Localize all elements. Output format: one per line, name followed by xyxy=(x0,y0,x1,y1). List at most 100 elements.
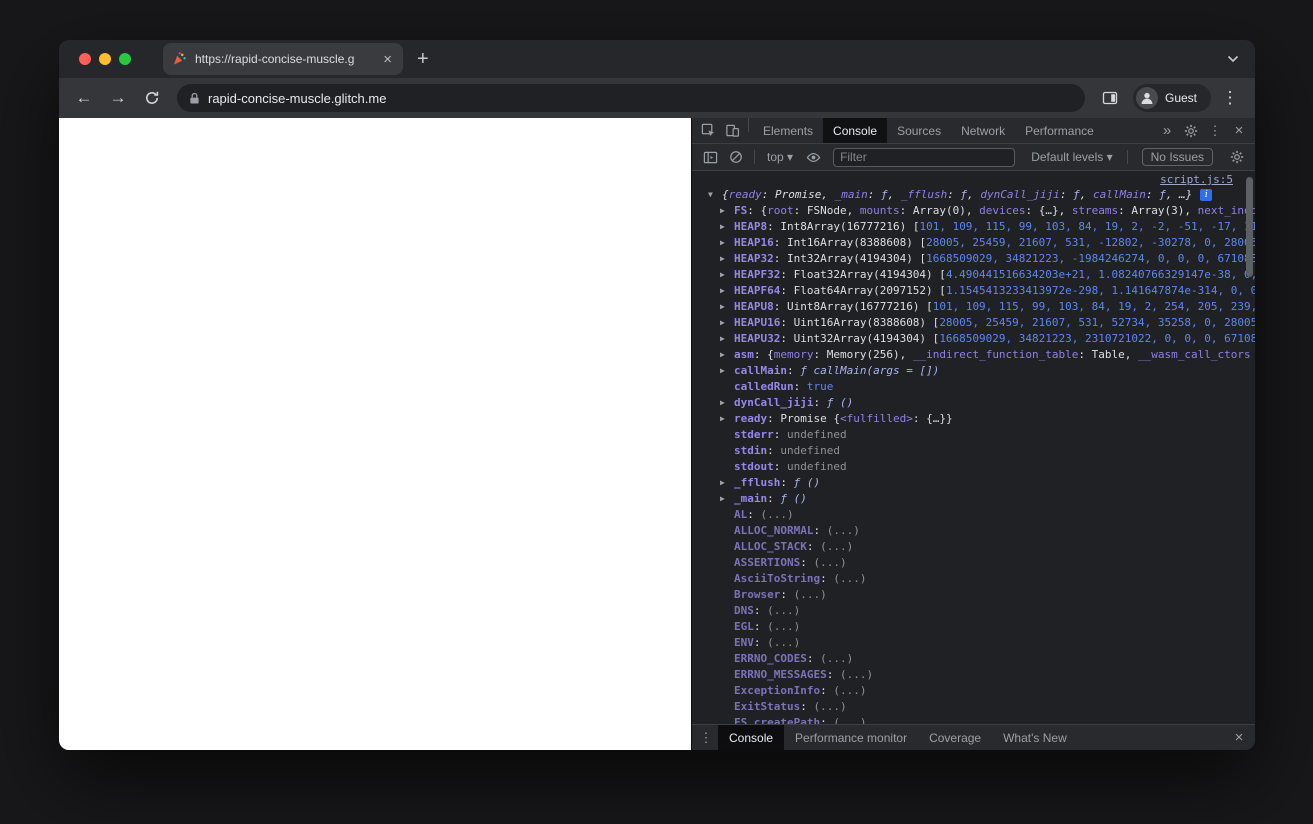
console-line[interactable]: ▶ HEAPF64: Float64Array(2097152) [1.15454… xyxy=(704,283,1255,299)
inspect-element-icon[interactable] xyxy=(696,118,720,143)
console-line: calledRun: true xyxy=(734,380,834,393)
console-line[interactable]: ▶ FS: {root: FSNode, mounts: Array(0), de… xyxy=(704,203,1255,219)
expand-caret-icon[interactable]: ▶ xyxy=(720,299,734,315)
dropdown-arrow-icon: ▾ xyxy=(1106,150,1113,164)
console-settings-gear-icon[interactable] xyxy=(1225,144,1249,170)
tab-strip: https://rapid-concise-muscle.g × + xyxy=(59,40,1255,78)
devtools-tab-console[interactable]: Console xyxy=(823,118,888,143)
window-content: Elements Console Sources Network Performance… xyxy=(59,118,1255,750)
execution-context-selector[interactable]: top ▾ xyxy=(761,150,799,164)
log-levels-selector[interactable]: Default levels ▾ xyxy=(1023,150,1120,164)
console-line[interactable]: ▶ _main: ƒ () xyxy=(704,491,1255,507)
expand-caret-icon[interactable]: ▶ xyxy=(720,363,734,379)
console-line: stderr: undefined xyxy=(734,428,847,441)
drawer-right: × xyxy=(1227,725,1255,750)
more-tabs-icon[interactable]: » xyxy=(1155,118,1179,143)
maximize-window-button[interactable] xyxy=(119,53,131,65)
devtools-tabbar-right: » ⋮ × xyxy=(1155,118,1255,143)
devtools-tab-performance[interactable]: Performance xyxy=(1015,118,1104,143)
console-line: ExitStatus: (...) xyxy=(734,700,847,713)
console-line: ENV: (...) xyxy=(734,636,801,649)
tab-close-icon[interactable]: × xyxy=(380,52,395,67)
console-line[interactable]: ▶ HEAPU16: Uint16Array(8388608) [28005, 2… xyxy=(704,315,1255,331)
device-toolbar-icon[interactable] xyxy=(720,118,744,143)
console-line[interactable]: ▶ ready: Promise {<fulfilled>: {…}} xyxy=(704,411,1255,427)
expand-caret-icon[interactable]: ▶ xyxy=(720,395,734,411)
expand-caret-icon[interactable]: ▶ xyxy=(720,219,734,235)
drawer-tabs: Console Performance monitor Coverage What's… xyxy=(718,725,1078,750)
console-scrollbar-thumb[interactable] xyxy=(1246,177,1253,277)
drawer-menu-kebab-icon[interactable]: ⋮ xyxy=(694,725,718,750)
minimize-window-button[interactable] xyxy=(99,53,111,65)
console-filter-input[interactable] xyxy=(833,147,1016,167)
console-line: AL: (...) xyxy=(734,508,794,521)
console-line: ALLOC_NORMAL: (...) xyxy=(734,524,860,537)
expand-caret-icon[interactable]: ▶ xyxy=(720,251,734,267)
expand-caret-icon[interactable]: ▶ xyxy=(720,267,734,283)
expand-caret-icon[interactable]: ▶ xyxy=(720,203,734,219)
value-evaluated-info-icon[interactable]: i xyxy=(1200,189,1213,201)
expand-caret-icon[interactable]: ▶ xyxy=(720,331,734,347)
expand-caret-icon[interactable]: ▶ xyxy=(720,475,734,491)
devtools-tab-elements[interactable]: Elements xyxy=(753,118,823,143)
expand-caret-icon[interactable]: ▼ xyxy=(708,187,722,203)
console-line: stdin: undefined xyxy=(734,444,840,457)
console-log-entry: ▼ {ready: Promise, _main: ƒ, _fflush: ƒ, … xyxy=(704,187,1255,724)
tab-title: https://rapid-concise-muscle.g xyxy=(195,52,355,66)
console-line[interactable]: ▶ callMain: ƒ callMain(args = []) xyxy=(704,363,1255,379)
devtools-tab-network[interactable]: Network xyxy=(951,118,1015,143)
expand-caret-icon[interactable]: ▶ xyxy=(720,347,734,363)
expand-caret-icon[interactable]: ▶ xyxy=(720,491,734,507)
close-window-button[interactable] xyxy=(79,53,91,65)
live-expression-eye-icon[interactable] xyxy=(801,144,825,170)
drawer-tab-what-s-new[interactable]: What's New xyxy=(992,725,1078,750)
console-line[interactable]: ▶ asm: {memory: Memory(256), __indirect_f… xyxy=(704,347,1255,363)
console-line[interactable]: ▶ HEAP32: Int32Array(4194304) [1668509029… xyxy=(704,251,1255,267)
guest-avatar-icon xyxy=(1135,87,1158,109)
expand-caret-icon[interactable]: ▶ xyxy=(720,235,734,251)
profile-button[interactable]: Guest xyxy=(1132,84,1211,112)
tab-search-chevron-icon[interactable] xyxy=(1211,55,1255,63)
browser-menu-kebab-icon[interactable]: ⋮ xyxy=(1215,83,1245,113)
console-line[interactable]: ▶ HEAP8: Int8Array(16777216) [101, 109, 1… xyxy=(704,219,1255,235)
expand-caret-icon[interactable]: ▶ xyxy=(720,283,734,299)
browser-tab[interactable]: https://rapid-concise-muscle.g × xyxy=(163,43,403,75)
console-line[interactable]: ▼ {ready: Promise, _main: ƒ, _fflush: ƒ, … xyxy=(704,187,1255,203)
expand-caret-icon[interactable]: ▶ xyxy=(720,315,734,331)
devtools-menu-kebab-icon[interactable]: ⋮ xyxy=(1203,118,1227,143)
console-line: FS_createPath: (...) xyxy=(734,716,867,724)
console-line: EGL: (...) xyxy=(734,620,801,633)
web-page-viewport xyxy=(59,118,691,750)
drawer-tab-console[interactable]: Console xyxy=(718,725,785,750)
reload-icon[interactable] xyxy=(137,83,167,113)
console-line[interactable]: ▶ HEAPU32: Uint32Array(4194304) [16685090… xyxy=(704,331,1255,347)
desktop-background: https://rapid-concise-muscle.g × + ← → r… xyxy=(0,0,1313,824)
console-toolbar: top ▾ Default levels ▾ No Issues xyxy=(692,144,1255,171)
address-bar[interactable]: rapid-concise-muscle.glitch.me xyxy=(177,84,1085,112)
clear-console-icon[interactable] xyxy=(724,144,748,170)
drawer-tab-coverage[interactable]: Coverage xyxy=(918,725,992,750)
console-line[interactable]: ▶ HEAP16: Int16Array(8388608) [28005, 254… xyxy=(704,235,1255,251)
new-tab-button[interactable]: + xyxy=(403,48,443,71)
console-line: ERRNO_CODES: (...) xyxy=(734,652,854,665)
close-devtools-icon[interactable]: × xyxy=(1227,118,1251,143)
devtools-settings-gear-icon[interactable] xyxy=(1179,118,1203,143)
console-sidebar-icon[interactable] xyxy=(698,144,722,170)
console-line: ASSERTIONS: (...) xyxy=(734,556,847,569)
console-line[interactable]: ▶ HEAPF32: Float32Array(4194304) [4.49044… xyxy=(704,267,1255,283)
browser-window: https://rapid-concise-muscle.g × + ← → r… xyxy=(59,40,1255,750)
site-security-lock-icon[interactable] xyxy=(189,92,200,105)
expand-caret-icon[interactable]: ▶ xyxy=(720,411,734,427)
close-drawer-icon[interactable]: × xyxy=(1227,725,1251,750)
back-icon[interactable]: ← xyxy=(69,83,99,113)
console-line[interactable]: ▶ HEAPU8: Uint8Array(16777216) [101, 109,… xyxy=(704,299,1255,315)
side-panel-icon[interactable] xyxy=(1095,83,1125,113)
drawer-tab-performance-monitor[interactable]: Performance monitor xyxy=(784,725,918,750)
console-line[interactable]: ▶ dynCall_jiji: ƒ () xyxy=(704,395,1255,411)
console-line[interactable]: ▶ _fflush: ƒ () xyxy=(704,475,1255,491)
console-line: ExceptionInfo: (...) xyxy=(734,684,867,697)
forward-icon[interactable]: → xyxy=(103,83,133,113)
devtools-tab-sources[interactable]: Sources xyxy=(887,118,951,143)
source-link[interactable]: script.js:5 xyxy=(1160,173,1233,186)
issues-counter[interactable]: No Issues xyxy=(1141,148,1213,166)
